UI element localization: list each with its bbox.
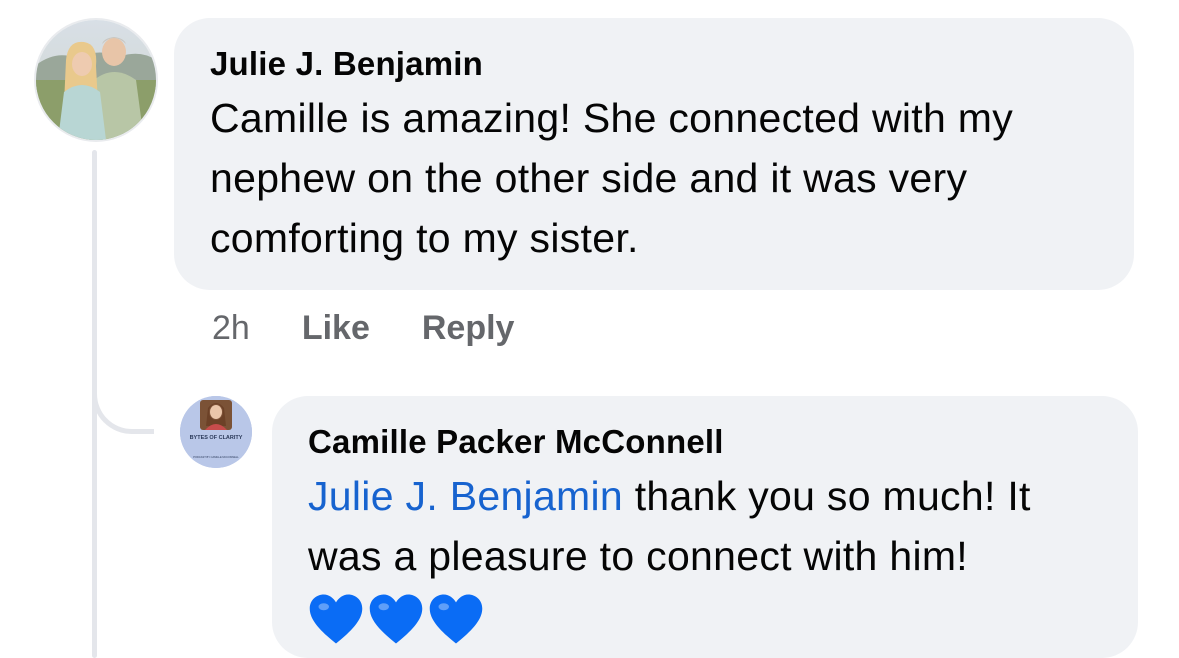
reply-avatar[interactable]: BYTES OF CLARITY PODCAST BY CAMILLE MCCO… (180, 396, 252, 468)
thread-branch (92, 350, 154, 434)
heart-emojis (308, 586, 488, 646)
comment-actions: 2h Like Reply (212, 306, 566, 350)
comment-bubble: Julie J. Benjamin Camille is amazing! Sh… (174, 18, 1134, 290)
reply-bubble: Camille Packer McConnell Julie J. Benjam… (272, 396, 1138, 658)
comment-text: Camille is amazing! She connected with m… (210, 95, 1014, 261)
podcast-logo: BYTES OF CLARITY PODCAST BY CAMILLE MCCO… (180, 396, 252, 468)
reply-button[interactable]: Reply (422, 306, 515, 350)
blue-heart-icon (309, 594, 363, 644)
profile-photo (36, 20, 156, 140)
reply-text: Julie J. Benjamin thank you so much! It … (308, 466, 1102, 646)
podcast-title: BYTES OF CLARITY (190, 435, 243, 441)
comment-author[interactable]: Julie J. Benjamin (210, 44, 1098, 84)
comment-timestamp[interactable]: 2h (212, 306, 250, 350)
blue-heart-icon (369, 594, 423, 644)
mention-link[interactable]: Julie J. Benjamin (308, 473, 623, 519)
reply-author[interactable]: Camille Packer McConnell (308, 422, 1102, 462)
like-button[interactable]: Like (302, 306, 370, 350)
blue-heart-icon (429, 594, 483, 644)
avatar[interactable] (36, 20, 156, 140)
podcast-subtitle: PODCAST BY CAMILLE MCCONNELL (193, 455, 239, 459)
